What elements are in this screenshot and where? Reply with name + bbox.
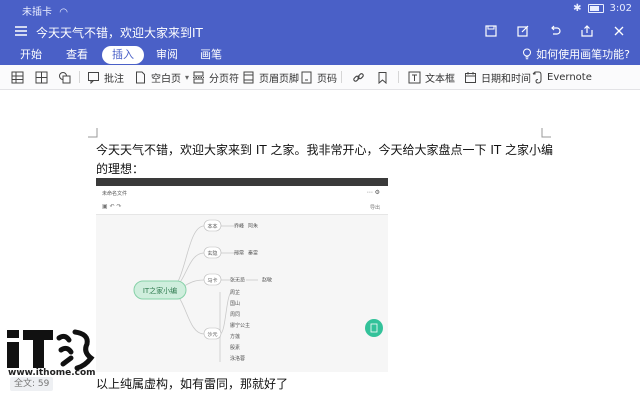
grid-icon — [35, 71, 48, 83]
shapes-icon — [59, 71, 71, 83]
help-link[interactable]: 如何使用画笔功能? — [522, 46, 630, 62]
battery-icon — [587, 4, 604, 13]
help-label: 如何使用画笔功能? — [536, 48, 630, 61]
ribbon-tabs: 开始 查看 插入 审阅 画笔 如何使用画笔功能? — [0, 45, 640, 67]
table-icon — [11, 71, 24, 83]
mindmap-leaf: 殷素 — [230, 344, 240, 351]
mindmap-branch-label: 玄隐 — [207, 250, 217, 257]
blank-page-button[interactable]: 空白页 ▾ — [134, 69, 189, 85]
title-bar: 今天天气不错，欢迎大家来到IT — [0, 18, 640, 46]
mindmap-branch-label: 本本 — [207, 223, 217, 230]
mindmap-leaf: 乔峰 — [234, 223, 244, 230]
header-footer-icon — [243, 71, 254, 83]
image-toolbar: ▣ ↶ ↷ 导出 — [96, 200, 388, 215]
link-icon — [353, 72, 364, 82]
toolbar-divider — [341, 71, 342, 83]
evernote-label: Evernote — [547, 71, 592, 83]
status-right: ✱ 3:02 — [573, 3, 632, 14]
evernote-icon — [532, 71, 542, 84]
blank-page-label: 空白页 — [151, 73, 181, 85]
comment-icon — [88, 71, 99, 84]
tab-start[interactable]: 开始 — [10, 46, 52, 64]
grid-button[interactable] — [35, 69, 48, 85]
close-icon[interactable] — [610, 22, 628, 40]
paragraph-1: 今天天气不错，欢迎大家来到 IT 之家。我非常开心，今天给大家盘点一下 IT 之… — [96, 143, 553, 176]
bluetooth-icon: ✱ — [573, 3, 582, 14]
mindmap-fab — [365, 319, 383, 337]
share-icon[interactable] — [578, 22, 596, 40]
status-bar: 未插卡 ◠ ✱ 3:02 — [0, 0, 640, 18]
page-number-button[interactable]: 页码 — [300, 69, 337, 85]
lightbulb-icon — [523, 48, 532, 60]
image-menu-icons: ⋯ ⚙ — [366, 189, 380, 196]
save-icon[interactable] — [482, 22, 500, 40]
calendar-icon — [465, 71, 476, 83]
tab-insert[interactable]: 插入 — [102, 46, 144, 64]
textbox-label: 文本框 — [425, 73, 455, 85]
image-tool-icons: ▣ ↶ ↷ — [102, 203, 122, 210]
hyperlink-button[interactable] — [352, 69, 365, 85]
page-number-icon — [301, 71, 312, 83]
tab-view[interactable]: 查看 — [56, 46, 98, 64]
mindmap-leaf: 周芷 — [230, 289, 240, 296]
mindmap-branch-label: 马卡 — [207, 277, 217, 284]
page-break-label: 分页符 — [209, 73, 239, 85]
datetime-button[interactable]: 日期和时间 — [464, 69, 531, 85]
chevron-down-icon: ▾ — [185, 72, 190, 82]
embedded-image[interactable]: 未命名文件 ⋯ ⚙ ▣ ↶ ↷ 导出 IT之家小编 本本 玄隐 马卡 沙元 乔峰… — [96, 178, 388, 372]
comment-button[interactable]: 批注 — [87, 69, 124, 85]
word-count-badge[interactable]: 全文: 59 — [10, 377, 54, 391]
image-title-bar: 未命名文件 ⋯ ⚙ — [96, 186, 388, 200]
shapes-button[interactable] — [58, 69, 71, 85]
title-actions — [482, 22, 628, 40]
header-footer-button[interactable]: 页眉页脚 — [242, 69, 299, 85]
page-break-icon — [193, 71, 204, 83]
mindmap-leaf: 张无忌 — [230, 277, 245, 284]
clock-text: 3:02 — [609, 3, 632, 14]
menu-icon[interactable] — [12, 22, 30, 40]
insert-toolbar: 批注 空白页 ▾ 分页符 页眉页脚 页码 文本框 日期和时间 Evernote — [0, 65, 640, 90]
mindmap-leaf: 周同 — [230, 312, 240, 318]
textbox-icon — [408, 71, 421, 83]
page-number-label: 页码 — [317, 73, 337, 85]
margin-corner-right — [541, 128, 551, 138]
mindmap-root-label: IT之家小编 — [143, 286, 177, 295]
edit-icon[interactable] — [514, 22, 532, 40]
mindmap-leaf: 国山 — [230, 300, 240, 307]
textbox-button[interactable]: 文本框 — [408, 69, 455, 85]
comment-label: 批注 — [104, 73, 124, 85]
wifi-icon: ◠ — [59, 7, 68, 18]
mindmap-leaf: 泳洛蓉 — [230, 355, 245, 362]
image-export-label: 导出 — [369, 205, 380, 211]
bookmark-button[interactable] — [376, 69, 389, 85]
header-footer-label: 页眉页脚 — [259, 73, 299, 85]
toolbar-divider — [398, 71, 399, 83]
page-break-button[interactable]: 分页符 — [192, 69, 239, 85]
mindmap-branch-label: 沙元 — [207, 332, 217, 338]
table-button[interactable] — [11, 69, 24, 85]
undo-icon[interactable] — [546, 22, 564, 40]
document-title: 今天天气不错，欢迎大家来到IT — [36, 26, 203, 40]
blank-page-icon — [136, 71, 145, 83]
bookmark-icon — [378, 71, 387, 84]
mindmap-leaf: 秦雷 — [248, 250, 258, 257]
datetime-label: 日期和时间 — [481, 73, 531, 85]
mindmap-leaf: 赵敏 — [262, 277, 272, 284]
toolbar-divider — [79, 71, 80, 83]
mindmap-leaf: 娜宁公主 — [230, 322, 250, 329]
image-status-bar — [96, 178, 388, 186]
paragraph-2: 以上纯属虚构，如有雷同，那就好了 — [96, 377, 289, 391]
image-title: 未命名文件 — [102, 191, 128, 197]
evernote-button[interactable]: Evernote — [530, 69, 592, 85]
mindmap-leaf: 方莲 — [230, 333, 240, 340]
mindmap-diagram: IT之家小编 本本 玄隐 马卡 沙元 乔峰 阿朱 邢常 秦雷 张无忌 赵敏 周芷… — [133, 219, 383, 362]
status-left: 未插卡 ◠ — [22, 3, 68, 18]
carrier-text: 未插卡 — [22, 7, 52, 18]
mindmap-leaf: 邢常 — [234, 250, 244, 257]
mindmap-leaf: 阿朱 — [248, 223, 258, 230]
tab-pen[interactable]: 画笔 — [190, 46, 232, 64]
margin-corner-left — [88, 128, 98, 138]
tab-review[interactable]: 审阅 — [146, 46, 188, 64]
